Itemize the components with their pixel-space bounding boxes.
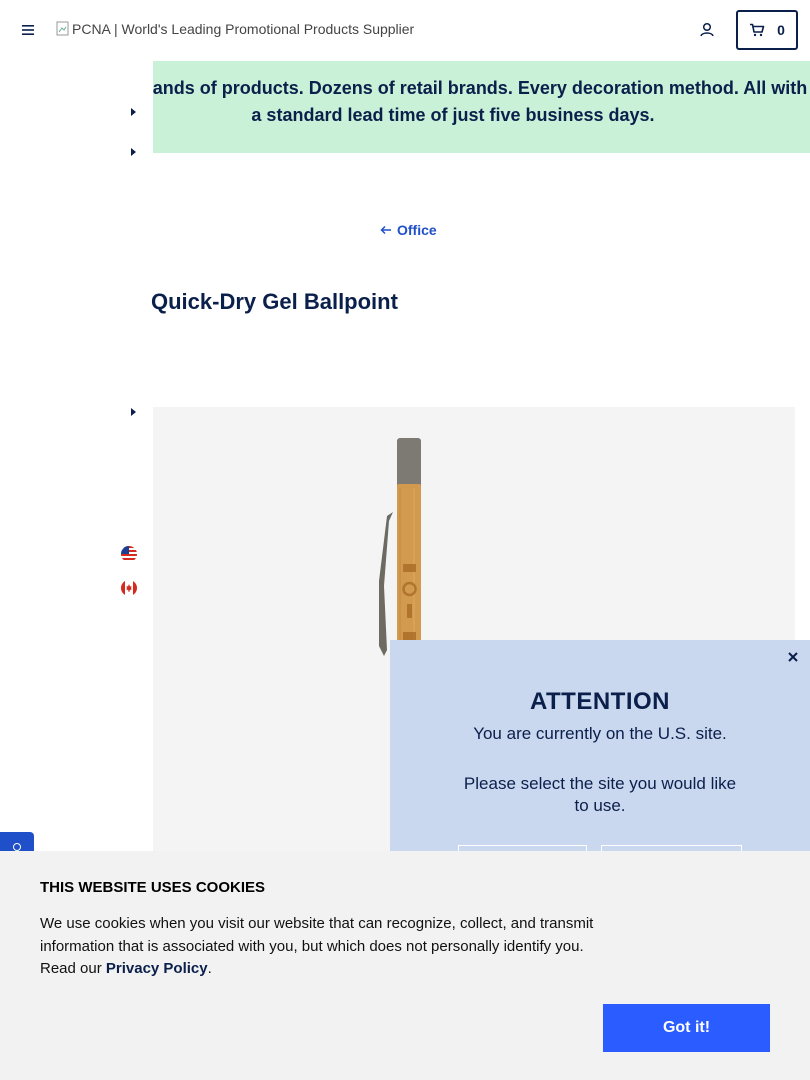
page: PCNA | World's Leading Promotional Produ… (0, 0, 810, 1080)
us-site-button[interactable] (121, 546, 137, 562)
cart-count: 0 (777, 22, 785, 38)
logo-alt-text: PCNA | World's Leading Promotional Produ… (72, 21, 415, 37)
canada-site-button[interactable] (121, 580, 137, 596)
close-icon[interactable] (786, 650, 800, 664)
product-title: Quick-Dry Gel Ballpoint (151, 289, 398, 314)
modal-title: ATTENTION (529, 688, 671, 715)
menu-button[interactable] (18, 20, 38, 40)
privacy-policy-link[interactable]: Privacy Policy (106, 960, 208, 977)
cart-button[interactable]: 0 (736, 10, 798, 50)
promo-banner-text: Thousands of products. Dozens of retail … (153, 78, 808, 125)
canada-flag-icon (121, 580, 137, 596)
account-icon (700, 22, 714, 37)
modal-prompt: Please select the site you would like to… (463, 774, 737, 815)
broken-image-icon (56, 21, 69, 36)
back-link-label: Office (397, 222, 437, 238)
modal-message: You are currently on the U.S. site. (473, 724, 727, 743)
site-header: PCNA | World's Leading Promotional Produ… (0, 0, 810, 61)
cookie-banner: THIS WEBSITE USES COOKIES We use cookies… (0, 851, 810, 1080)
us-flag-icon (121, 546, 137, 562)
cart-icon (750, 23, 765, 37)
account-button[interactable] (697, 20, 717, 40)
back-to-category-link[interactable]: Office (380, 222, 437, 238)
promo-banner: Thousands of products. Dozens of retail … (153, 61, 810, 153)
caret-right-icon[interactable] (128, 107, 138, 117)
arrow-left-icon (380, 225, 391, 235)
cookie-title: THIS WEBSITE USES COOKIES (40, 879, 266, 896)
accept-cookies-button[interactable]: Got it! (603, 1004, 770, 1052)
site-logo[interactable]: PCNA | World's Leading Promotional Produ… (56, 21, 414, 37)
cookie-text: We use cookies when you visit our websit… (40, 913, 610, 981)
caret-right-icon[interactable] (128, 147, 138, 157)
caret-right-icon[interactable] (128, 407, 138, 417)
cookie-period: . (207, 960, 212, 977)
menu-icon (22, 25, 34, 35)
